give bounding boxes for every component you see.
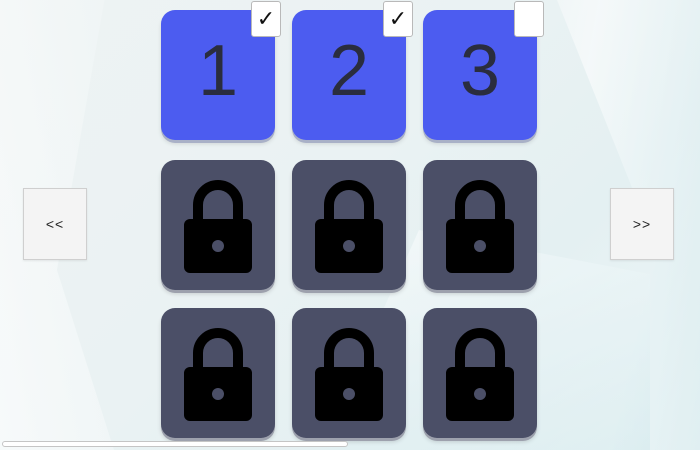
level-tile-8-locked[interactable] (292, 308, 406, 438)
level-tile-5-locked[interactable] (292, 160, 406, 290)
lock-icon (313, 323, 385, 423)
lock-icon (182, 323, 254, 423)
horizontal-scrollbar[interactable] (0, 438, 700, 450)
scrollbar-thumb[interactable] (2, 441, 348, 447)
lock-icon (444, 175, 516, 275)
level-tile-7-locked[interactable] (161, 308, 275, 438)
level-2-completed-checkbox[interactable]: ✓ (383, 1, 413, 37)
lock-icon (182, 175, 254, 275)
level-3-completed-checkbox[interactable] (514, 1, 544, 37)
lock-icon (444, 323, 516, 423)
previous-page-button[interactable]: << (23, 188, 87, 260)
level-tile-4-locked[interactable] (161, 160, 275, 290)
level-tile-9-locked[interactable] (423, 308, 537, 438)
level-number: 2 (328, 31, 370, 111)
level-1-completed-checkbox[interactable]: ✓ (251, 1, 281, 37)
level-number: 3 (459, 31, 501, 111)
level-tile-6-locked[interactable] (423, 160, 537, 290)
lock-icon (313, 175, 385, 275)
level-number: 1 (197, 31, 239, 111)
next-page-button[interactable]: >> (610, 188, 674, 260)
